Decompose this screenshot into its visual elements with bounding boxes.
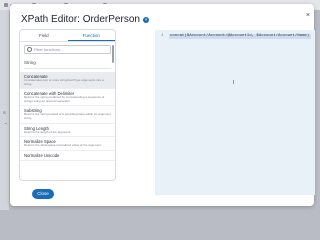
function-description: Returns the whitespace-normalized value … xyxy=(24,143,102,148)
tab-function[interactable]: Function xyxy=(67,30,115,41)
chevron-down-icon: ⌄ xyxy=(4,120,8,125)
function-item-normalize-unicode[interactable]: Normalize Unicode xyxy=(20,151,115,161)
background-sidebar-marker: S xyxy=(3,110,6,115)
design-icon xyxy=(4,3,8,7)
function-name: Normalize Unicode xyxy=(24,152,60,158)
category-header: String xyxy=(24,60,111,69)
function-description: Returns the string located at a specifie… xyxy=(24,112,111,120)
function-description: Returns the length of the argument. xyxy=(24,129,72,134)
scrollbar[interactable] xyxy=(112,45,114,63)
search-icon xyxy=(27,47,32,52)
text-cursor-icon: I xyxy=(233,80,235,86)
xpath-editor-dialog: XPath Editor: OrderPerson ? × Field Func… xyxy=(10,4,315,206)
function-item-concatenate[interactable]: Concatenate Concatenates two or more str… xyxy=(20,72,115,90)
function-item-string-length[interactable]: String Length Returns the length of the … xyxy=(20,124,115,138)
close-icon[interactable]: × xyxy=(306,12,310,19)
function-description: Returns the string produced by concatena… xyxy=(24,95,105,103)
function-item-normalize-space[interactable]: Normalize Space Returns the whitespace-n… xyxy=(20,137,115,151)
panel-tabs: Field Function xyxy=(20,30,115,42)
function-description: Concatenates two or more string/text/Typ… xyxy=(24,78,104,86)
line-number: 1 xyxy=(161,34,164,38)
xpath-expression[interactable]: concat($Account/Account/@AccountId, $Acc… xyxy=(169,34,311,39)
function-item-substring[interactable]: Substring Returns the string located at … xyxy=(20,106,115,124)
search-box xyxy=(24,45,111,54)
xpath-code-editor[interactable]: 1 concat($Account/Account/@AccountId, $A… xyxy=(155,30,315,195)
dialog-title: XPath Editor: OrderPerson ? xyxy=(21,14,149,25)
close-button[interactable]: Close xyxy=(32,189,54,199)
filter-functions-input[interactable] xyxy=(34,46,104,53)
tab-field[interactable]: Field xyxy=(20,30,68,41)
help-icon[interactable]: ? xyxy=(142,16,149,23)
background-sidebar: S ⌄ xyxy=(0,10,9,210)
dialog-title-text: XPath Editor: OrderPerson xyxy=(21,14,140,25)
function-item-concatenate-with-delimiter[interactable]: Concatenate with Delimiter Returns the s… xyxy=(20,89,115,107)
functions-panel: Field Function String Concatenate Concat… xyxy=(20,30,115,180)
